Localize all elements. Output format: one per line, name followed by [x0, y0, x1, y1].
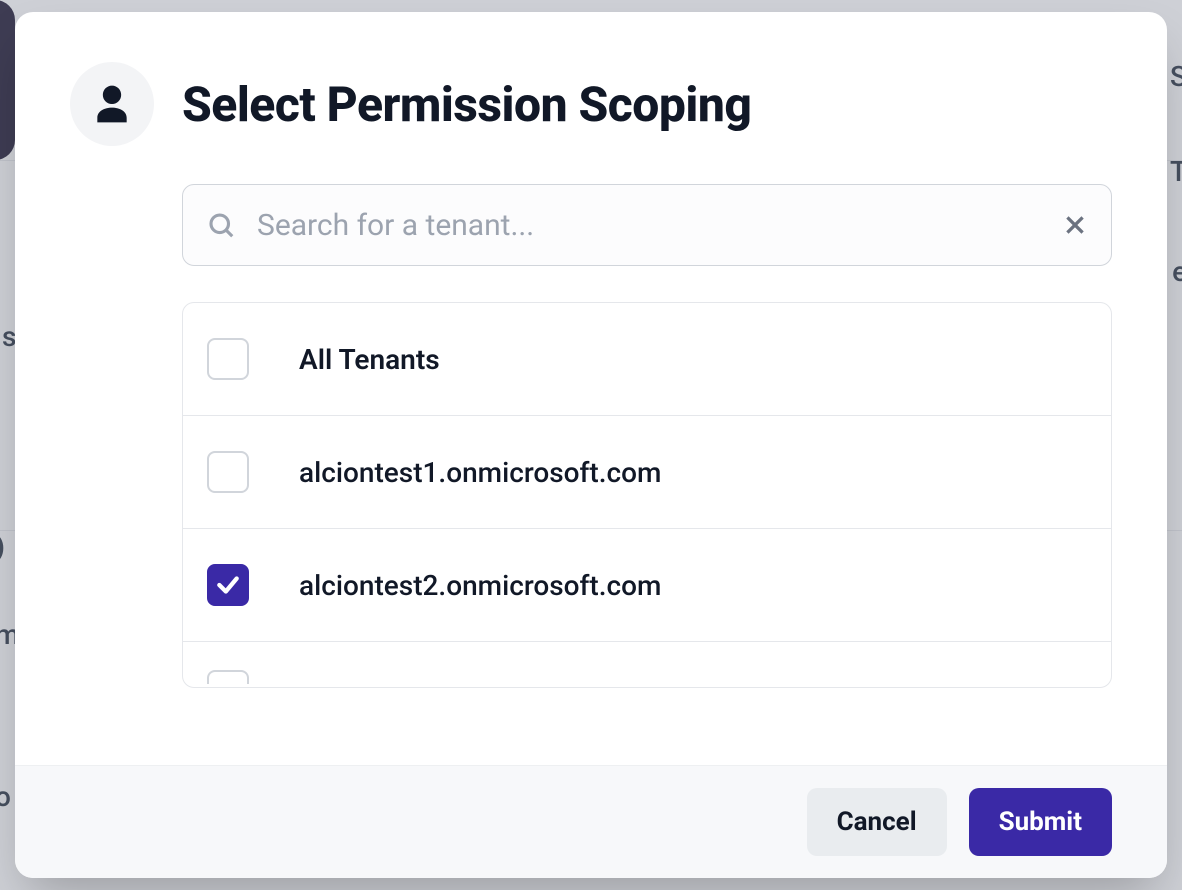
- modal-title: Select Permission Scoping: [182, 76, 751, 133]
- tenant-search-input[interactable]: [182, 184, 1112, 266]
- tenant-label: alciontest1.onmicrosoft.com: [299, 456, 661, 489]
- user-icon: [70, 62, 154, 146]
- tenant-label: alciontest2.onmicrosoft.com: [299, 569, 661, 602]
- tenant-list: All Tenants alciontest1.onmicrosoft.com …: [182, 302, 1112, 688]
- tenant-row-all[interactable]: All Tenants: [183, 303, 1111, 416]
- tenant-row-partial[interactable]: [183, 642, 1111, 688]
- modal-body: Select Permission Scoping: [15, 12, 1167, 765]
- tenant-row[interactable]: alciontest1.onmicrosoft.com: [183, 416, 1111, 529]
- checkbox-checked[interactable]: [207, 564, 249, 606]
- submit-button[interactable]: Submit: [969, 788, 1112, 856]
- clear-icon[interactable]: [1062, 212, 1088, 238]
- tenant-row[interactable]: alciontest2.onmicrosoft.com: [183, 529, 1111, 642]
- modal-footer: Cancel Submit: [15, 765, 1167, 878]
- checkbox-unchecked[interactable]: [207, 338, 249, 380]
- permission-scoping-modal: Select Permission Scoping: [15, 12, 1167, 878]
- modal-overlay: Select Permission Scoping: [0, 0, 1182, 890]
- search-icon: [206, 210, 236, 240]
- checkbox-unchecked[interactable]: [207, 451, 249, 493]
- search-container: [182, 184, 1112, 266]
- checkbox-unchecked[interactable]: [207, 670, 249, 684]
- modal-header: Select Permission Scoping: [70, 62, 1112, 146]
- cancel-button[interactable]: Cancel: [807, 788, 947, 856]
- modal-content: All Tenants alciontest1.onmicrosoft.com …: [182, 184, 1112, 688]
- tenant-label: All Tenants: [299, 343, 440, 376]
